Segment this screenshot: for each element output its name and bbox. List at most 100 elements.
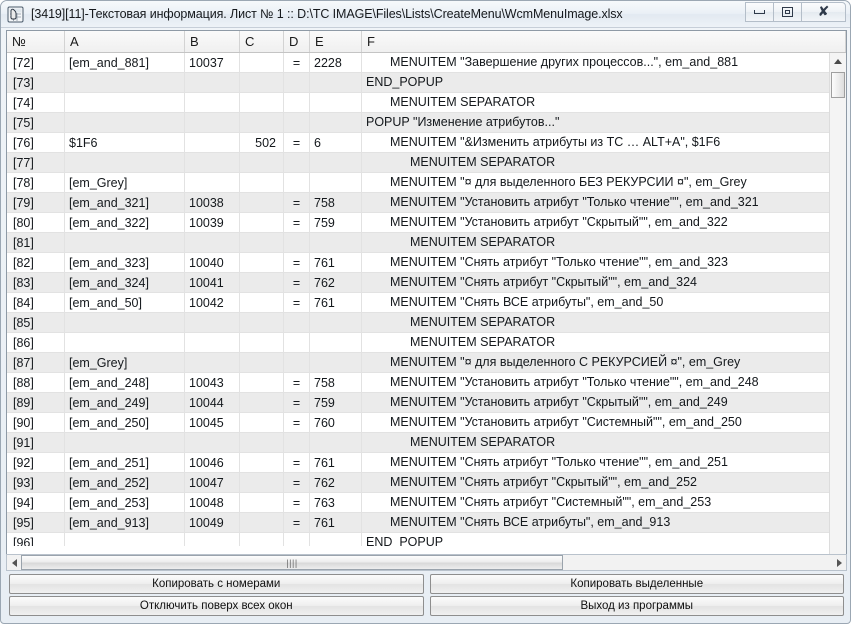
- cell-b[interactable]: [185, 113, 240, 132]
- cell-a[interactable]: [em_and_50]: [65, 293, 185, 312]
- cell-e[interactable]: [310, 533, 362, 546]
- cell-f[interactable]: MENUITEM "Снять атрибут "Скрытый"", em_a…: [362, 273, 846, 292]
- cell-e[interactable]: [310, 353, 362, 372]
- close-button[interactable]: ✘: [801, 2, 846, 22]
- minimize-button[interactable]: [745, 2, 774, 22]
- cell-n[interactable]: [92]: [7, 453, 65, 472]
- cell-f[interactable]: MENUITEM "Снять атрибут "Скрытый"", em_a…: [362, 473, 846, 492]
- cell-b[interactable]: [185, 233, 240, 252]
- cell-d[interactable]: =: [284, 293, 310, 312]
- cell-b[interactable]: [185, 93, 240, 112]
- cell-f[interactable]: END_POPUP: [362, 73, 846, 92]
- cell-d[interactable]: [284, 533, 310, 546]
- cell-a[interactable]: [em_and_881]: [65, 53, 185, 72]
- table-row[interactable]: [74] MENUITEM SEPARATOR: [7, 93, 846, 113]
- cell-b[interactable]: 10040: [185, 253, 240, 272]
- cell-d[interactable]: =: [284, 513, 310, 532]
- cell-n[interactable]: [80]: [7, 213, 65, 232]
- table-row[interactable]: [76] $1F6 502 = 6 MENUITEM "&Изменить атрибут…: [7, 133, 846, 153]
- cell-f[interactable]: MENUITEM "¤ для выделенного БЕЗ РЕКУРСИИ…: [362, 173, 846, 192]
- cell-a[interactable]: [em_and_251]: [65, 453, 185, 472]
- scroll-left-button[interactable]: [7, 555, 21, 570]
- cell-b[interactable]: [185, 353, 240, 372]
- cell-e[interactable]: 759: [310, 393, 362, 412]
- cell-d[interactable]: =: [284, 373, 310, 392]
- cell-e[interactable]: 2228: [310, 53, 362, 72]
- cell-e[interactable]: [310, 93, 362, 112]
- cell-c[interactable]: [240, 513, 284, 532]
- column-header-d[interactable]: D: [284, 31, 310, 52]
- cell-d[interactable]: =: [284, 473, 310, 492]
- cell-e[interactable]: 760: [310, 413, 362, 432]
- cell-e[interactable]: 762: [310, 273, 362, 292]
- cell-c[interactable]: [240, 113, 284, 132]
- cell-c[interactable]: [240, 273, 284, 292]
- cell-c[interactable]: [240, 73, 284, 92]
- horizontal-scroll-thumb[interactable]: ||||: [21, 555, 563, 570]
- cell-a[interactable]: [em_and_323]: [65, 253, 185, 272]
- vertical-scroll-thumb[interactable]: [831, 72, 845, 98]
- cell-b[interactable]: [185, 173, 240, 192]
- exit-program-button[interactable]: Выход из программы: [429, 596, 844, 616]
- table-row[interactable]: [85] MENUITEM SEPARATOR: [7, 313, 846, 333]
- cell-b[interactable]: 10038: [185, 193, 240, 212]
- cell-f[interactable]: MENUITEM "Установить атрибут "Скрытый"",…: [362, 213, 846, 232]
- cell-e[interactable]: 762: [310, 473, 362, 492]
- cell-n[interactable]: [90]: [7, 413, 65, 432]
- scroll-up-button[interactable]: [830, 53, 846, 70]
- column-header-c[interactable]: C: [240, 31, 284, 52]
- cell-c[interactable]: [240, 213, 284, 232]
- cell-a[interactable]: [em_and_324]: [65, 273, 185, 292]
- cell-b[interactable]: [185, 153, 240, 172]
- cell-b[interactable]: [185, 73, 240, 92]
- cell-f[interactable]: MENUITEM "Установить атрибут "Системный"…: [362, 413, 846, 432]
- column-header-num[interactable]: №: [7, 31, 65, 52]
- table-row[interactable]: [73] END_POPUP: [7, 73, 846, 93]
- cell-n[interactable]: [95]: [7, 513, 65, 532]
- cell-d[interactable]: [284, 93, 310, 112]
- cell-n[interactable]: [76]: [7, 133, 65, 152]
- cell-e[interactable]: [310, 173, 362, 192]
- cell-a[interactable]: [em_Grey]: [65, 173, 185, 192]
- data-grid[interactable]: № A B C D E F [72] [em_and_881] 10037 = 2228…: [6, 30, 847, 568]
- cell-b[interactable]: 10049: [185, 513, 240, 532]
- cell-n[interactable]: [89]: [7, 393, 65, 412]
- table-row[interactable]: [81] MENUITEM SEPARATOR: [7, 233, 846, 253]
- cell-b[interactable]: [185, 533, 240, 546]
- cell-d[interactable]: =: [284, 453, 310, 472]
- table-row[interactable]: [87] [em_Grey] MENUITEM "¤ для выделенного…: [7, 353, 846, 373]
- cell-b[interactable]: 10039: [185, 213, 240, 232]
- cell-e[interactable]: 763: [310, 493, 362, 512]
- cell-c[interactable]: [240, 333, 284, 352]
- cell-n[interactable]: [93]: [7, 473, 65, 492]
- cell-c[interactable]: [240, 233, 284, 252]
- table-row[interactable]: [77] MENUITEM SEPARATOR: [7, 153, 846, 173]
- column-header-b[interactable]: B: [185, 31, 240, 52]
- cell-f[interactable]: MENUITEM "Снять атрибут "Только чтение""…: [362, 253, 846, 272]
- table-row[interactable]: [90] [em_and_250] 10045 = 760 MENUITEM "Устан…: [7, 413, 846, 433]
- cell-a[interactable]: [em_and_250]: [65, 413, 185, 432]
- cell-e[interactable]: [310, 313, 362, 332]
- cell-a[interactable]: [65, 333, 185, 352]
- cell-b[interactable]: 10048: [185, 493, 240, 512]
- cell-d[interactable]: =: [284, 493, 310, 512]
- cell-a[interactable]: [em_and_322]: [65, 213, 185, 232]
- cell-a[interactable]: [em_and_248]: [65, 373, 185, 392]
- table-row[interactable]: [72] [em_and_881] 10037 = 2228 MENUITEM "Заве…: [7, 53, 846, 73]
- horizontal-scroll-track[interactable]: ||||: [21, 555, 832, 570]
- cell-e[interactable]: 761: [310, 453, 362, 472]
- cell-c[interactable]: [240, 433, 284, 452]
- cell-e[interactable]: [310, 113, 362, 132]
- cell-a[interactable]: [65, 433, 185, 452]
- cell-n[interactable]: [78]: [7, 173, 65, 192]
- column-header-e[interactable]: E: [310, 31, 362, 52]
- cell-a[interactable]: [65, 313, 185, 332]
- cell-d[interactable]: =: [284, 253, 310, 272]
- cell-c[interactable]: [240, 173, 284, 192]
- cell-d[interactable]: =: [284, 53, 310, 72]
- cell-f[interactable]: MENUITEM "Установить атрибут "Только чте…: [362, 373, 846, 392]
- cell-n[interactable]: [86]: [7, 333, 65, 352]
- cell-n[interactable]: [96]: [7, 533, 65, 546]
- cell-f[interactable]: MENUITEM SEPARATOR: [362, 233, 846, 252]
- cell-f[interactable]: MENUITEM "Снять атрибут "Только чтение""…: [362, 453, 846, 472]
